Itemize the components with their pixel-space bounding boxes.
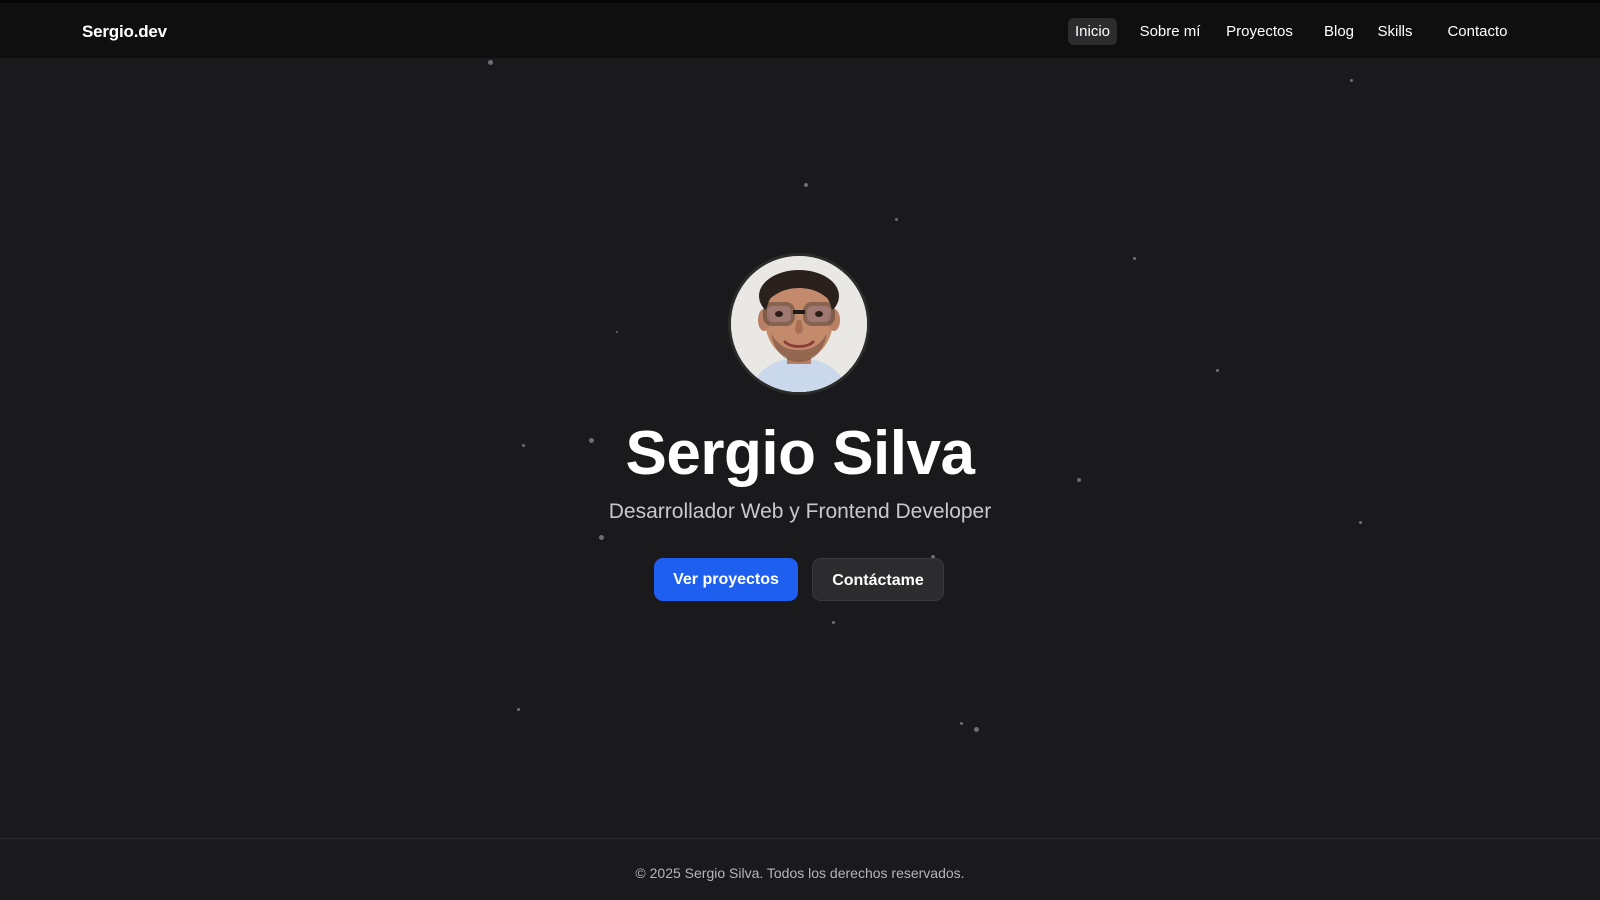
nav-blog[interactable]: Blog — [1318, 18, 1360, 45]
hero-subtitle: Desarrollador Web y Frontend Developer — [608, 500, 992, 523]
nav-contacto[interactable]: Contacto — [1441, 18, 1514, 45]
nav-sobre-mi[interactable]: Sobre mí — [1134, 18, 1206, 45]
footer: © 2025 Sergio Silva. Todos los derechos … — [0, 838, 1600, 900]
particle — [832, 621, 835, 624]
contact-me-button[interactable]: Contáctame — [812, 558, 944, 601]
main-nav: Inicio Sobre mí Proyectos Blog Skills Co… — [0, 3, 1600, 61]
nav-skills[interactable]: Skills — [1374, 18, 1416, 45]
particle — [488, 60, 493, 65]
particle — [974, 727, 979, 732]
particle — [804, 183, 808, 187]
particle — [517, 708, 520, 711]
nav-proyectos[interactable]: Proyectos — [1222, 18, 1297, 45]
footer-copyright: © 2025 Sergio Silva. Todos los derechos … — [635, 865, 965, 881]
hero-name: Sergio Silva — [625, 419, 975, 488]
particle — [960, 722, 963, 725]
nav-inicio[interactable]: Inicio — [1068, 18, 1117, 45]
particle — [1216, 369, 1219, 372]
profile-avatar — [728, 253, 870, 395]
particle — [616, 331, 618, 333]
top-navbar: Sergio.dev Inicio Sobre mí Proyectos Blo… — [0, 0, 1600, 58]
view-projects-button[interactable]: Ver proyectos — [654, 558, 798, 601]
particle — [1350, 79, 1353, 82]
particle — [599, 535, 604, 540]
particle — [895, 218, 898, 221]
particle — [1133, 257, 1136, 260]
portfolio-page: Sergio.dev Inicio Sobre mí Proyectos Blo… — [0, 0, 1600, 900]
avatar-portrait-icon — [731, 256, 867, 392]
